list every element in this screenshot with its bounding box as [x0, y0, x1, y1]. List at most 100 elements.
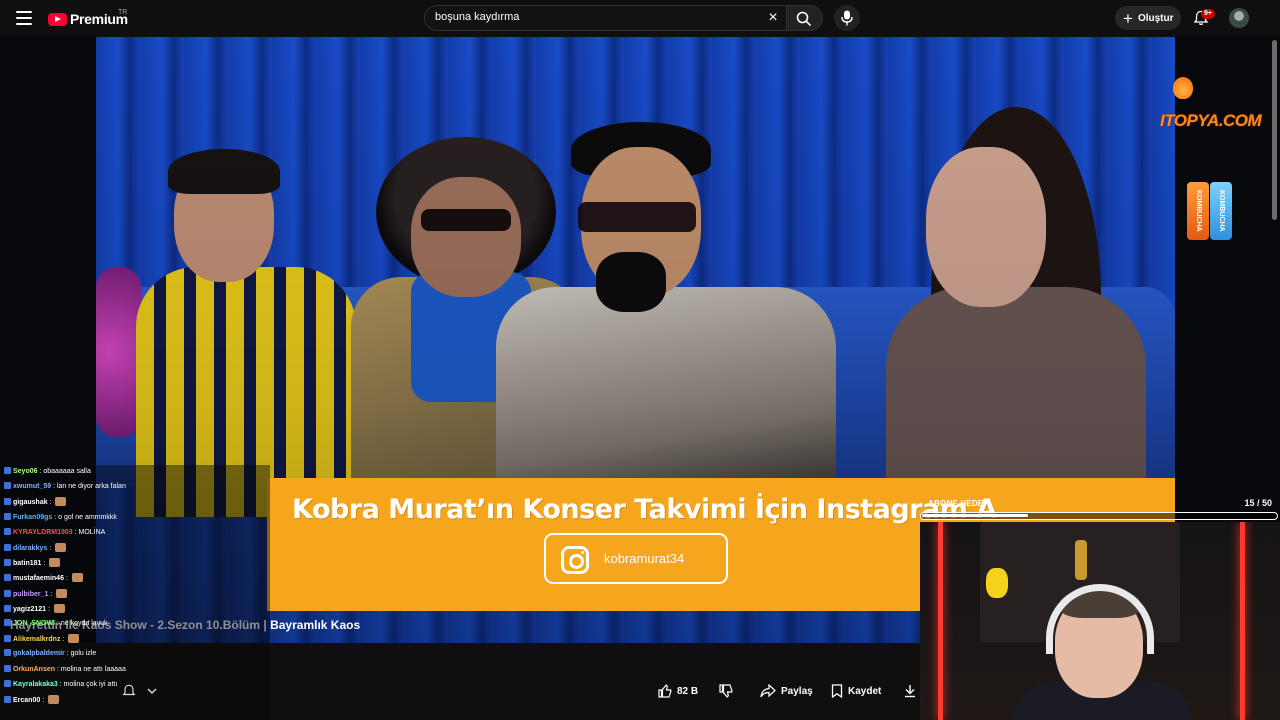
save-button[interactable]: Kaydet: [831, 680, 881, 702]
chat-text: :: [41, 560, 48, 568]
sponsor-logo: ITOPYA.COM KOMBUCHA KOMBUCHA: [1160, 77, 1275, 247]
chat-message: mustafaemin46 :: [4, 573, 83, 584]
dislike-button[interactable]: [719, 680, 733, 702]
chat-message: yagiz2121 :: [4, 603, 65, 615]
like-button[interactable]: 82 B: [658, 680, 698, 702]
save-label: Kaydet: [848, 685, 882, 697]
chat-message: batin181 :: [4, 558, 61, 569]
chat-username: OrkunAnsen: [13, 665, 56, 673]
top-bar: Premium TR × + Oluştur 9+: [0, 0, 1280, 37]
save-icon: [831, 684, 843, 698]
avatar[interactable]: [1229, 8, 1249, 28]
chat-message: Ercan00 :: [4, 695, 60, 706]
chat-message: OrkunAnsen : molina ne attı laaaaa: [4, 664, 126, 675]
chat-username: Alikemalkrdnz: [13, 636, 61, 644]
chat-message: Seyo06 : obaaaaaa salla: [4, 467, 91, 477]
chat-message: dilarakkys :: [4, 543, 67, 554]
chat-text: :: [47, 545, 54, 552]
chat-text: : MOLİNA: [72, 528, 106, 536]
badge-icon: [4, 467, 11, 474]
chat-text: :: [60, 636, 67, 644]
instagram-box: kobramurat34: [544, 533, 728, 584]
chat-message: gokalpbaldemir : golu izle: [4, 649, 96, 659]
scrollbar[interactable]: [1272, 40, 1277, 220]
chat-text: :: [48, 590, 55, 598]
youtube-logo-icon: [48, 12, 67, 26]
chat-username: batin181: [13, 560, 42, 568]
sponsor-text: ITOPYA.COM: [1160, 111, 1262, 130]
sub-goal-fill: [922, 514, 1028, 517]
flame-icon: [1173, 77, 1193, 99]
sub-goal-count: 15 / 50: [1244, 498, 1272, 508]
sub-goal-label: ABONE HEDEFİ: [928, 499, 991, 508]
chat-username: Kayralakaka3: [13, 680, 58, 688]
emote-icon: [55, 497, 67, 507]
chat-message: JON_SNOWI : ne koydu lavuk: [4, 619, 108, 629]
create-button[interactable]: + Oluştur: [1115, 6, 1181, 30]
chat-message: KYRAYLDRM1903 : MOLİNA: [4, 527, 106, 538]
chat-username: dilarakkys: [13, 545, 48, 552]
share-button[interactable]: Paylaş: [760, 680, 813, 702]
instagram-icon: [561, 546, 589, 574]
emote-icon: [48, 695, 60, 704]
chat-username: Ercan00: [13, 697, 41, 704]
share-label: Paylaş: [781, 685, 813, 697]
mic-icon: [841, 10, 853, 26]
chat-text: : ne koydu lavuk: [55, 620, 108, 627]
instagram-handle: kobramurat34: [604, 551, 685, 566]
search-button[interactable]: [787, 5, 823, 31]
sub-goal-track: [920, 512, 1278, 520]
figurine: [986, 568, 1008, 598]
badge-icon: [4, 559, 11, 567]
plus-icon: +: [1123, 8, 1133, 28]
bell-icon[interactable]: [122, 684, 136, 698]
chat-message: gigaushak :: [4, 497, 67, 508]
voice-search-button[interactable]: [834, 5, 860, 31]
chat-username: pulbiber_1: [13, 590, 49, 598]
chat-text: : golu izle: [64, 650, 97, 658]
webcam-overlay: [920, 522, 1280, 720]
badge-icon: [4, 574, 11, 582]
chat-message: Alikemalkrdnz :: [4, 634, 80, 645]
chat-username: Furkan09gs: [13, 513, 53, 521]
chat-message: xwumut_59 : lan ne diyor arka falan: [4, 482, 126, 492]
thumbs-up-icon: [658, 684, 672, 698]
chat-username: xwumut_59: [13, 483, 52, 491]
chat-username: Seyo06: [13, 468, 38, 475]
chat-message: pulbiber_1 :: [4, 588, 68, 600]
chat-text: :: [47, 499, 54, 507]
badge-icon: [4, 527, 11, 535]
trophy: [1075, 540, 1087, 580]
thumbs-down-icon: [719, 684, 733, 698]
badge-icon: [4, 649, 11, 657]
badge-icon: [4, 679, 11, 687]
search-icon: [796, 11, 812, 27]
chat-username: gigaushak: [13, 499, 48, 507]
badge-icon: [4, 664, 11, 672]
search-input[interactable]: [435, 11, 755, 23]
country-code: TR: [118, 9, 128, 16]
promo-text: Kobra Murat’ın Konser Takvimi İçin Insta…: [292, 494, 997, 525]
chat-text: : obaaaaaa salla: [37, 468, 91, 475]
chat-text: : molina çok iyi attı: [57, 680, 118, 688]
close-icon[interactable]: ×: [765, 10, 781, 26]
chat-text: :: [40, 697, 47, 704]
chat-text: : lan ne diyor arka falan: [51, 483, 126, 491]
badge-icon: [4, 482, 11, 490]
chevron-down-icon[interactable]: [146, 685, 158, 697]
chat-overlay: Seyo06 : obaaaaaa salla xwumut_59 : lan n…: [0, 465, 270, 720]
chat-text: :: [63, 575, 70, 583]
led-strip: [938, 522, 943, 720]
download-icon: [905, 685, 915, 698]
youtube-logo[interactable]: Premium: [48, 10, 128, 28]
emote-icon: [71, 573, 83, 583]
search-box: ×: [424, 5, 787, 31]
menu-icon[interactable]: [16, 11, 32, 25]
emote-icon: [56, 588, 68, 598]
badge-icon: [4, 544, 11, 551]
badge-icon: [4, 512, 11, 520]
download-button[interactable]: [903, 680, 917, 702]
emote-icon: [68, 634, 80, 644]
led-strip: [1240, 522, 1245, 720]
badge-icon: [4, 498, 11, 506]
